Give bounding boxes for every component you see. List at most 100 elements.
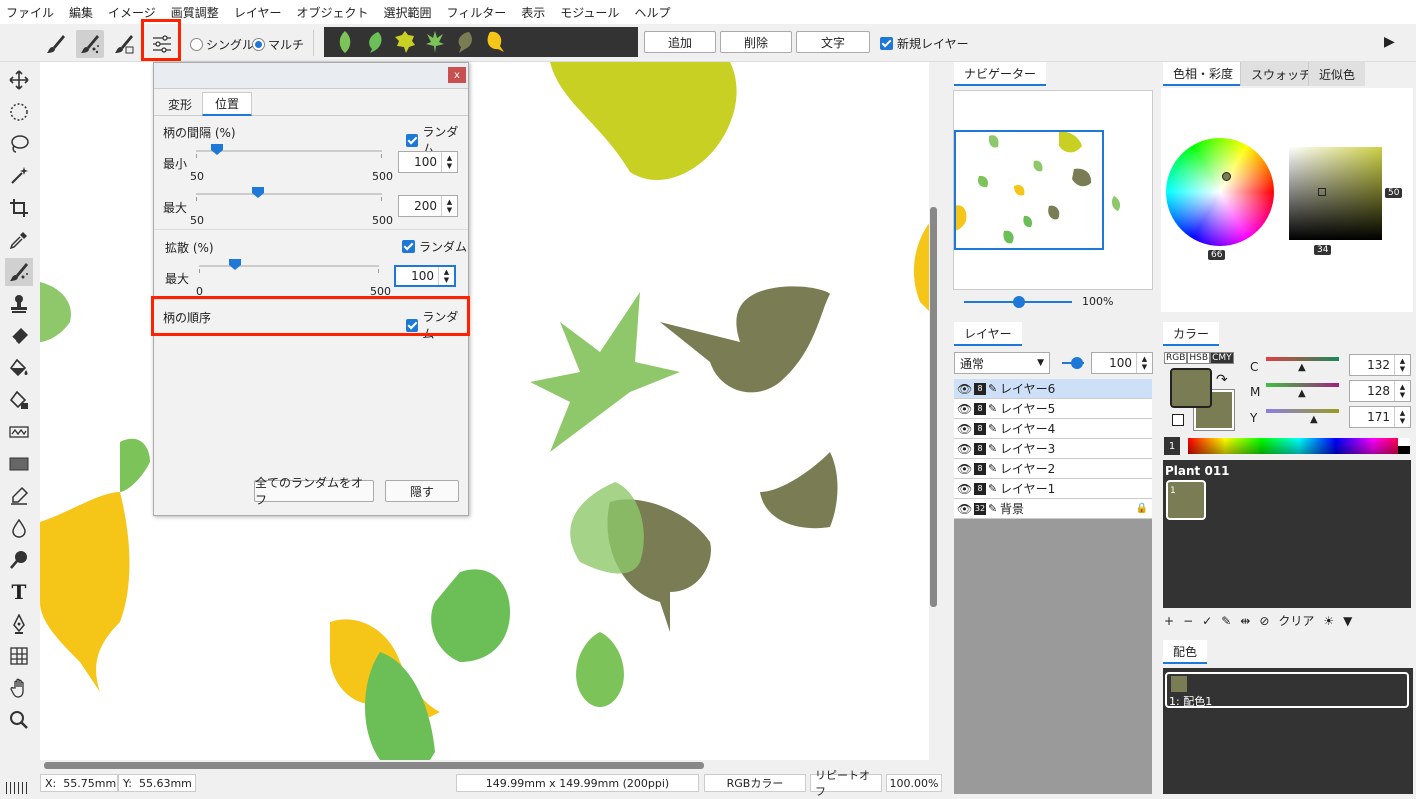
eye-icon[interactable]: 👁 [957,442,972,456]
hue-wheel[interactable] [1166,138,1274,246]
clear-button[interactable]: クリア [1278,612,1314,629]
c-spin-arrows[interactable]: ▲ ▼ [1394,355,1410,375]
c-slider-knob[interactable]: ▲ [1298,362,1306,373]
swap-colors-icon[interactable]: ↷ [1216,372,1228,388]
m-value-input[interactable]: 128 ▲ ▼ [1349,380,1411,402]
zoom-level[interactable]: 100.00% [886,774,942,792]
navigator-zoom-knob[interactable] [1013,296,1025,308]
layer-row-5[interactable]: 👁 8 ✎ レイヤー5 [954,399,1152,419]
zoom-icon[interactable] [5,706,33,734]
max-slider-knob[interactable] [252,187,264,198]
scatter-random-checkbox[interactable]: ランダム [402,238,467,255]
max-spin-arrows[interactable]: ▲ ▼ [441,196,457,216]
ruler-icon[interactable] [6,782,30,794]
eye-icon[interactable]: 👁 [957,382,972,396]
leaf-pattern-4[interactable] [420,29,450,55]
leaf-pattern-6[interactable] [480,29,510,55]
scatter-slider-knob[interactable] [229,259,241,270]
stamp-icon[interactable] [5,290,33,318]
mode-cmy[interactable]: CMY [1210,352,1234,364]
exchange-icon[interactable]: ⇹ [1240,614,1250,628]
menu-layer[interactable]: レイヤー [234,4,282,21]
y-slider[interactable] [1266,409,1339,413]
tab-navigator[interactable]: ナビゲーター [954,62,1047,86]
sb-marker[interactable] [1318,188,1326,196]
palette-swatch-1[interactable]: 1 [1166,480,1206,520]
eye-icon[interactable]: 👁 [957,462,972,476]
max-slider[interactable] [196,187,382,201]
navigator-view-box[interactable] [954,130,1104,250]
m-slider-knob[interactable]: ▲ [1298,388,1306,399]
pattern-fill-icon[interactable] [5,386,33,414]
blur-drop-icon[interactable] [5,514,33,542]
tab-position[interactable]: 位置 [202,92,253,116]
gradient-icon[interactable] [5,418,33,446]
magic-wand-icon[interactable] [5,162,33,190]
y-spin-arrows[interactable]: ▲ ▼ [1394,407,1410,427]
y-slider-knob[interactable]: ▲ [1310,414,1318,425]
single-radio[interactable]: シングル [190,36,254,53]
vertical-scrollbar[interactable] [929,62,939,760]
layer-row-background[interactable]: 👁 32 ✎ 背景 🔒 [954,499,1152,519]
dialog-titlebar[interactable]: x [154,63,468,89]
hide-button[interactable]: 隠す [385,480,459,502]
menu-filter[interactable]: フィルター [446,4,506,21]
layer-row-1[interactable]: 👁 8 ✎ レイヤー1 [954,479,1152,499]
eye-icon[interactable]: 👁 [957,482,972,496]
palette-menu-icon[interactable]: ▼ [1343,614,1352,628]
pen-edit-icon[interactable] [5,482,33,510]
sun-icon[interactable]: ☀ [1323,614,1334,628]
layer-row-2[interactable]: 👁 8 ✎ レイヤー2 [954,459,1152,479]
scatter-spin-arrows[interactable]: ▲ ▼ [438,267,454,285]
pattern-strip[interactable] [324,27,638,57]
rectangle-icon[interactable] [5,450,33,478]
brush-icon[interactable] [42,30,70,58]
eraser-icon[interactable] [5,322,33,350]
add-button[interactable]: 追加 [644,31,716,53]
tab-color[interactable]: カラー [1163,322,1220,346]
palette-index[interactable]: 1 [1164,437,1180,455]
c-slider[interactable] [1266,357,1339,361]
hue-marker[interactable] [1222,172,1231,181]
leaf-pattern-2[interactable] [360,29,390,55]
smudge-icon[interactable] [5,546,33,574]
brush-settings-icon[interactable] [148,30,176,58]
delete-button[interactable]: 削除 [720,31,792,53]
tab-hue-saturation[interactable]: 色相・彩度 [1163,62,1244,86]
eye-icon[interactable]: 👁 [957,502,972,516]
texture-brush-icon[interactable] [110,30,138,58]
menu-file[interactable]: ファイル [6,4,54,21]
move-icon[interactable] [5,66,33,94]
lock-icon[interactable]: 🔒 [1136,503,1148,514]
menu-select[interactable]: 選択範囲 [383,4,431,21]
scatter-value-input[interactable]: 100 ▲ ▼ [394,265,456,287]
menu-adjust[interactable]: 画質調整 [171,4,219,21]
spectrum-white[interactable] [1398,438,1410,446]
opacity-spin-arrows[interactable]: ▲ ▼ [1136,353,1152,373]
eye-icon[interactable]: 👁 [957,422,972,436]
opacity-input[interactable]: 100 ▲ ▼ [1091,352,1153,374]
hand-icon[interactable] [5,674,33,702]
foreground-color-swatch[interactable] [1170,368,1212,408]
min-slider-knob[interactable] [211,144,223,155]
layer-row-4[interactable]: 👁 8 ✎ レイヤー4 [954,419,1152,439]
tab-similar-colors[interactable]: 近似色 [1308,62,1366,86]
fill-bucket-icon[interactable] [5,354,33,382]
vertical-scroll-thumb[interactable] [930,207,937,607]
pattern-brush-tool-icon[interactable] [5,258,33,286]
max-value-input[interactable]: 200 ▲ ▼ [398,195,458,217]
crop-icon[interactable] [5,194,33,222]
pen-tool-icon[interactable] [5,610,33,638]
scatter-slider[interactable] [199,259,379,273]
tab-color-scheme[interactable]: 配色 [1163,640,1208,664]
mode-hsb[interactable]: HSB [1187,352,1211,364]
leaf-pattern-1[interactable] [330,29,360,55]
eye-icon[interactable]: 👁 [957,402,972,416]
order-random-checkbox[interactable]: ランダム [406,308,468,342]
menu-object[interactable]: オブジェクト [296,4,368,21]
menu-view[interactable]: 表示 [521,4,545,21]
repeat-mode[interactable]: リピートオフ [810,769,882,798]
menu-edit[interactable]: 編集 [69,4,93,21]
horizontal-scrollbar[interactable] [40,760,930,772]
close-button[interactable]: x [448,67,466,83]
